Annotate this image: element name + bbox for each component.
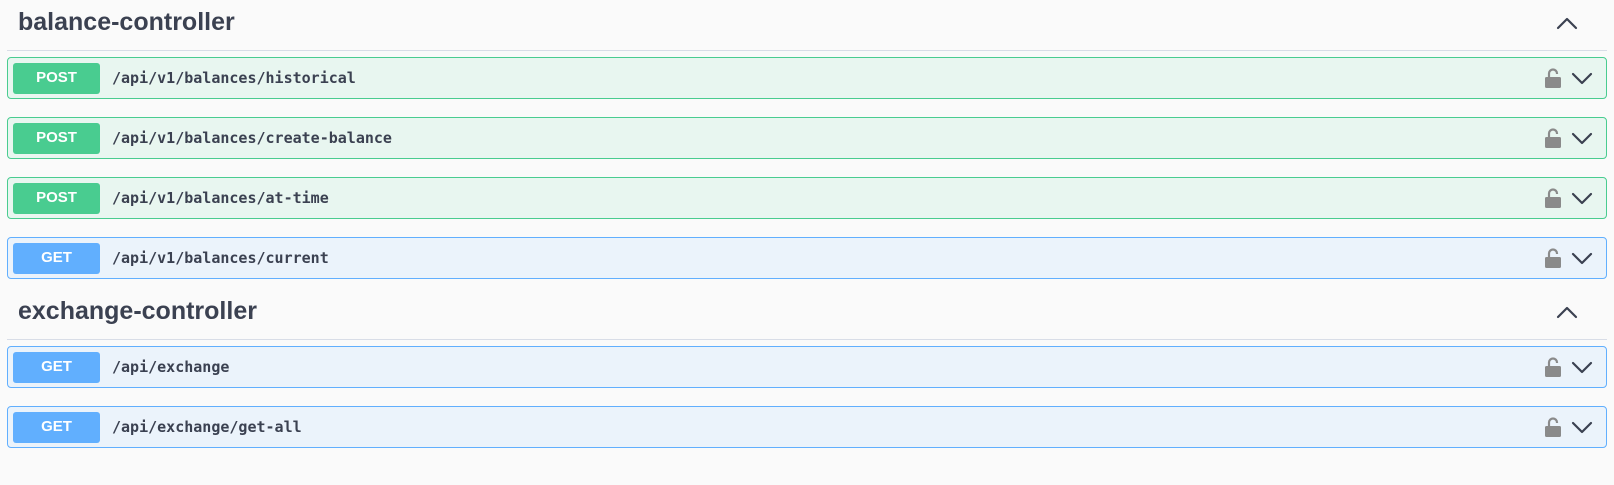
section-header[interactable]: balance-controller	[7, 0, 1607, 51]
chevron-up-icon[interactable]	[1554, 12, 1580, 34]
unlock-icon[interactable]	[1544, 67, 1562, 89]
operation-row[interactable]: GET /api/exchange	[7, 346, 1607, 388]
operation-row[interactable]: POST /api/v1/balances/create-balance	[7, 117, 1607, 159]
section-title[interactable]: exchange-controller	[18, 297, 257, 326]
unlock-icon[interactable]	[1544, 356, 1562, 378]
chevron-down-icon[interactable]	[1570, 358, 1594, 376]
chevron-down-icon[interactable]	[1570, 129, 1594, 147]
operation-row[interactable]: POST /api/v1/balances/historical	[7, 57, 1607, 99]
method-badge[interactable]: GET	[13, 242, 100, 274]
unlock-icon[interactable]	[1544, 247, 1562, 269]
method-badge[interactable]: POST	[13, 62, 100, 94]
chevron-down-icon[interactable]	[1570, 69, 1594, 87]
operation-path[interactable]: /api/v1/balances/historical	[112, 69, 356, 87]
operations-list: POST /api/v1/balances/historical POST /a…	[7, 51, 1608, 279]
section-header[interactable]: exchange-controller	[7, 289, 1607, 340]
chevron-up-icon[interactable]	[1554, 301, 1580, 323]
section-title[interactable]: balance-controller	[18, 8, 235, 37]
operation-path[interactable]: /api/v1/balances/at-time	[112, 189, 329, 207]
method-badge[interactable]: POST	[13, 122, 100, 154]
chevron-down-icon[interactable]	[1570, 418, 1594, 436]
method-badge[interactable]: GET	[13, 351, 100, 383]
operation-row[interactable]: GET /api/exchange/get-all	[7, 406, 1607, 448]
operation-row[interactable]: GET /api/v1/balances/current	[7, 237, 1607, 279]
operation-path[interactable]: /api/v1/balances/current	[112, 249, 329, 267]
operation-path[interactable]: /api/exchange/get-all	[112, 418, 302, 436]
operation-row[interactable]: POST /api/v1/balances/at-time	[7, 177, 1607, 219]
chevron-down-icon[interactable]	[1570, 189, 1594, 207]
operations-list: GET /api/exchange GET /api/exchange/get-…	[7, 340, 1608, 448]
section-exchange-controller: exchange-controller GET /api/exchange GE…	[7, 289, 1608, 448]
unlock-icon[interactable]	[1544, 187, 1562, 209]
operation-path[interactable]: /api/exchange	[112, 358, 229, 376]
method-badge[interactable]: GET	[13, 411, 100, 443]
unlock-icon[interactable]	[1544, 416, 1562, 438]
section-balance-controller: balance-controller POST /api/v1/balances…	[7, 0, 1608, 279]
swagger-page: balance-controller POST /api/v1/balances…	[0, 0, 1614, 485]
method-badge[interactable]: POST	[13, 182, 100, 214]
unlock-icon[interactable]	[1544, 127, 1562, 149]
operation-path[interactable]: /api/v1/balances/create-balance	[112, 129, 392, 147]
chevron-down-icon[interactable]	[1570, 249, 1594, 267]
